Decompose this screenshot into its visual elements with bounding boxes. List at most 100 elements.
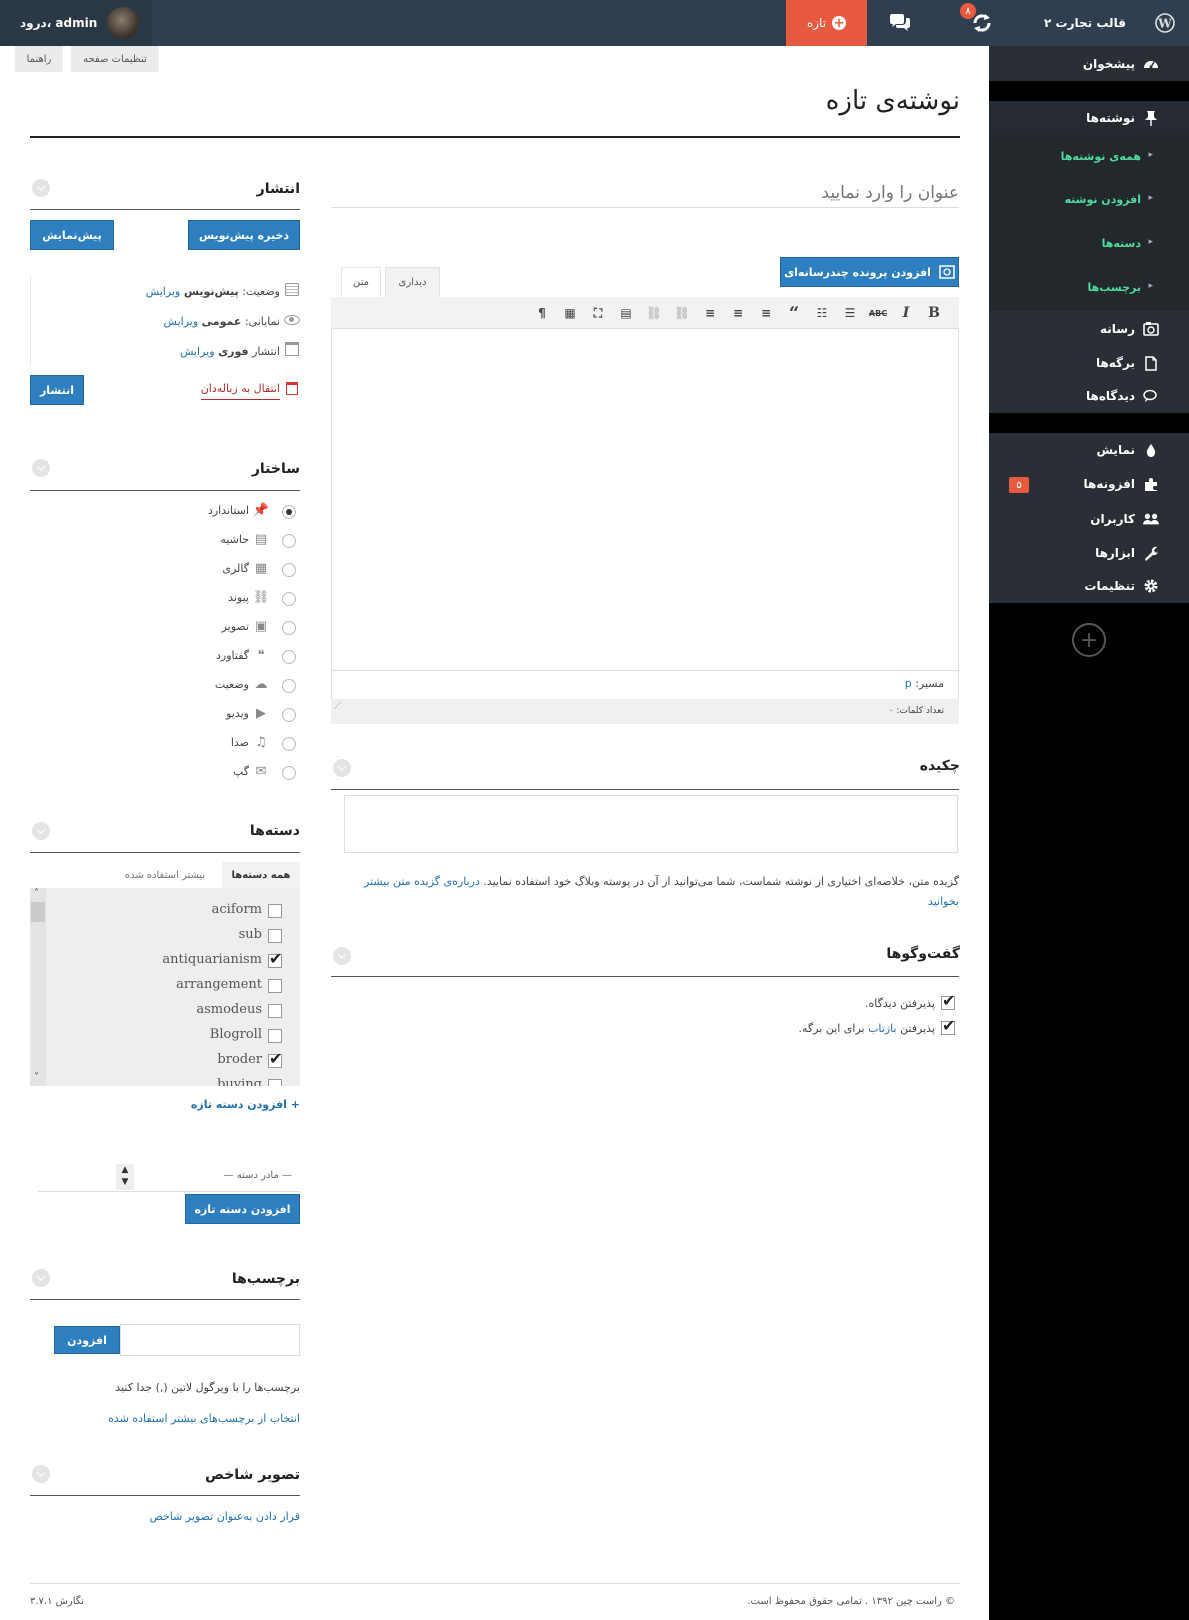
menu-users[interactable]: کاربران — [989, 508, 1189, 530]
bullet-list-icon[interactable]: ☰ — [842, 306, 858, 320]
scroll-down-icon[interactable]: ˅ — [34, 1072, 39, 1083]
discussion-toggle-icon[interactable] — [333, 947, 351, 965]
category-checkbox[interactable] — [268, 949, 282, 968]
add-new-category-button[interactable]: افزودن دسته تازه — [185, 1194, 300, 1224]
fullscreen-icon[interactable]: ⛶ — [590, 306, 606, 320]
strikethrough-icon[interactable]: ABC — [869, 306, 887, 320]
format-radio[interactable] — [282, 592, 296, 606]
format-radio[interactable] — [282, 766, 296, 780]
parent-category-select[interactable]: — مادر دسته — ▲ ▼ — [38, 1162, 300, 1192]
screen-options-tab[interactable]: تنظیمات صفحه — [71, 46, 159, 72]
categories-toggle-icon[interactable] — [32, 822, 50, 840]
site-name-link[interactable]: قالب تجارت ۲ — [1030, 0, 1140, 46]
move-to-trash-link[interactable]: انتقال به زباله‌دان — [200, 382, 280, 400]
format-toggle-icon[interactable] — [32, 459, 50, 477]
tags-toggle-icon[interactable] — [32, 1269, 50, 1287]
menu-media[interactable]: رسانه — [989, 318, 1189, 340]
format-radio[interactable] — [282, 505, 296, 519]
format-option-label: گالری — [222, 562, 249, 575]
format-title: ساختار — [251, 461, 300, 477]
category-checkbox[interactable] — [268, 1049, 282, 1068]
add-tag-button[interactable]: افزودن — [54, 1326, 120, 1354]
read-more-icon[interactable]: ▤ — [618, 306, 634, 320]
format-radio[interactable] — [282, 534, 296, 548]
menu-comments[interactable]: دیدگاه‌ها — [989, 385, 1189, 407]
user-account-menu[interactable]: درود، admin — [0, 0, 152, 46]
align-center-icon[interactable]: ≡ — [730, 306, 746, 320]
scroll-up-icon[interactable]: ˄ — [34, 888, 39, 899]
toolbar-toggle-icon[interactable]: ▦ — [562, 306, 578, 320]
submenu-add-post[interactable]: افزودن نوشته — [989, 193, 1189, 206]
menu-dashboard[interactable]: پیشخوان — [989, 46, 1189, 81]
allow-pings-checkbox[interactable] — [941, 1016, 955, 1035]
categories-divider — [30, 852, 300, 853]
publish-toggle-icon[interactable] — [32, 179, 50, 197]
format-radio[interactable] — [282, 737, 296, 751]
wordpress-logo-icon: W — [1155, 13, 1175, 33]
tab-visual-editor[interactable]: دیداری — [385, 267, 440, 297]
italic-icon[interactable]: I — [898, 305, 914, 321]
collapse-menu-button[interactable]: + — [1072, 623, 1106, 657]
category-checkbox[interactable] — [268, 929, 282, 943]
tab-text-editor[interactable]: متن — [341, 267, 381, 297]
allow-comments-checkbox[interactable] — [941, 991, 955, 1010]
excerpt-textarea[interactable] — [344, 795, 958, 853]
publish-button[interactable]: انتشار — [30, 375, 84, 405]
post-title-input[interactable] — [331, 178, 959, 208]
category-scrollbar[interactable]: ˄ ˅ — [30, 888, 46, 1086]
schedule-edit-link[interactable]: ویرایش — [180, 345, 215, 358]
menu-settings[interactable]: تنظیمات — [989, 575, 1189, 597]
category-checkbox[interactable] — [268, 1004, 282, 1018]
excerpt-toggle-icon[interactable] — [333, 759, 351, 777]
format-radio[interactable] — [282, 650, 296, 664]
preview-button[interactable]: پیش‌نمایش — [30, 220, 114, 250]
blockquote-icon[interactable]: “ — [786, 303, 802, 324]
wordpress-logo-button[interactable]: W — [1145, 0, 1185, 46]
menu-appearance[interactable]: نمایش — [989, 439, 1189, 461]
align-left-icon[interactable]: ≡ — [758, 306, 774, 320]
save-draft-button[interactable]: ذخیره پیش‌نویس — [188, 220, 300, 250]
add-new-category-link[interactable]: + افزودن دسته تازه — [191, 1098, 300, 1111]
submenu-categories[interactable]: دسته‌ها — [989, 237, 1189, 250]
help-tab[interactable]: راهنما — [15, 46, 63, 72]
scroll-thumb[interactable] — [31, 902, 45, 922]
tab-all-categories[interactable]: همه دسته‌ها — [222, 862, 300, 888]
featured-image-toggle-icon[interactable] — [32, 1465, 50, 1483]
publish-divider — [30, 209, 300, 210]
format-radio[interactable] — [282, 621, 296, 635]
category-checkbox[interactable] — [268, 979, 282, 993]
set-featured-image-link[interactable]: قرار دادن به‌عنوان تصویر شاخص — [149, 1510, 300, 1523]
numbered-list-icon[interactable]: ☷ — [814, 306, 830, 320]
menu-tools[interactable]: ابزارها — [989, 542, 1189, 564]
new-content-button[interactable]: تازه + — [786, 0, 867, 46]
title-divider — [30, 136, 960, 138]
align-right-icon[interactable]: ≡ — [702, 306, 718, 320]
visibility-edit-link[interactable]: ویرایش — [164, 315, 199, 328]
submenu-all-posts[interactable]: همه‌ی نوشته‌ها — [989, 150, 1189, 163]
pin-icon — [1143, 110, 1159, 126]
menu-pages[interactable]: برگه‌ها — [989, 352, 1189, 374]
link-icon[interactable]: ⛓ — [674, 306, 690, 320]
add-media-button[interactable]: افزودن پرونده چندرسانه‌ای — [780, 257, 959, 287]
tags-help: برچسب‌ها را با ویرگول لاتین (,) جدا کنید — [115, 1381, 300, 1394]
editor-content-area[interactable] — [332, 330, 958, 668]
bold-icon[interactable]: B — [926, 305, 942, 321]
resize-handle-icon[interactable]: ⟋ — [334, 701, 341, 712]
trackbacks-link[interactable]: بازتاب — [868, 1022, 897, 1035]
submenu-tags[interactable]: برچسب‌ها — [989, 281, 1189, 294]
format-radio[interactable] — [282, 708, 296, 722]
unlink-icon[interactable]: ⛓ — [646, 306, 662, 320]
format-radio[interactable] — [282, 563, 296, 577]
new-tag-input[interactable] — [120, 1324, 300, 1356]
menu-posts[interactable]: نوشته‌ها — [989, 101, 1189, 135]
category-checkbox[interactable] — [268, 1079, 282, 1086]
tab-most-used-categories[interactable]: بیشتر استفاده شده — [110, 862, 220, 888]
category-checkbox[interactable] — [268, 1029, 282, 1043]
choose-popular-tags-link[interactable]: انتخاب از برچسب‌های بیشتر استفاده شده — [108, 1412, 300, 1425]
format-radio[interactable] — [282, 679, 296, 693]
status-edit-link[interactable]: ویرایش — [146, 285, 181, 298]
category-checkbox[interactable] — [268, 904, 282, 918]
comments-button[interactable] — [870, 0, 930, 46]
rtl-direction-icon[interactable]: ¶ — [534, 306, 550, 320]
updates-button[interactable]: ۸ — [960, 0, 1004, 46]
